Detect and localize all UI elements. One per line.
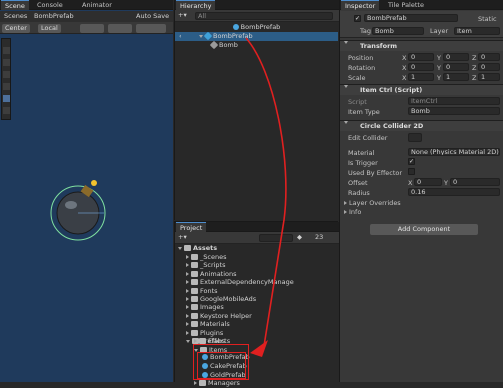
rotate-tool-icon[interactable] xyxy=(3,71,10,78)
offset-label: Offset xyxy=(348,179,368,187)
is-trigger-checkbox[interactable]: ✓ xyxy=(408,158,415,165)
add-component-button[interactable]: Add Component xyxy=(370,224,478,235)
script-label: Script xyxy=(348,98,367,106)
transform-tool-icon[interactable] xyxy=(3,107,10,114)
tag-dropdown[interactable]: Bomb xyxy=(372,27,424,35)
material-label: Material xyxy=(348,149,375,157)
item-ctrl-header[interactable]: Item Ctrl (Script) xyxy=(340,84,503,95)
transform-z-field[interactable]: 1 xyxy=(478,73,500,81)
radius-label: Radius xyxy=(348,189,370,197)
tab-tile-palette[interactable]: Tile Palette xyxy=(384,0,428,10)
used-by-effector-label: Used By Effector xyxy=(348,169,403,177)
expand-icon[interactable] xyxy=(344,41,348,44)
is-trigger-label: Is Trigger xyxy=(348,159,378,167)
tab-scene[interactable]: Scene xyxy=(1,0,29,10)
layer-label: Layer xyxy=(430,27,449,35)
transform-z-field[interactable]: 0 xyxy=(478,63,500,71)
object-header: ✓ BombPrefab Static Tag Bomb Layer Item xyxy=(340,11,503,38)
material-field[interactable]: None (Physics Material 2D) xyxy=(408,148,500,156)
edit-collider-button[interactable] xyxy=(408,133,422,142)
transform-row-label: Position xyxy=(348,54,374,62)
pivot-center-button[interactable]: Center xyxy=(2,23,30,33)
transform-x-field[interactable]: 0 xyxy=(408,53,434,61)
tab-animator[interactable]: Animator xyxy=(78,0,116,10)
script-field: ItemCtrl xyxy=(408,97,500,105)
y-axis-label: Y xyxy=(437,54,441,62)
tab-inspector[interactable]: Inspector xyxy=(341,0,380,10)
info-foldout[interactable]: Info xyxy=(344,208,361,216)
expand-icon[interactable] xyxy=(344,85,348,88)
radius-field[interactable]: 0.16 xyxy=(408,188,500,196)
inspector-panel: Inspector Tile Palette ✓ BombPrefab Stat… xyxy=(339,0,503,382)
static-label: Static xyxy=(478,15,497,23)
z-axis-label: Z xyxy=(472,54,477,62)
transform-y-field[interactable]: 0 xyxy=(443,53,469,61)
tag-label: Tag xyxy=(360,27,372,35)
drag-arrow xyxy=(245,37,287,357)
z-axis-label: Z xyxy=(472,74,477,82)
hand-tool-icon[interactable] xyxy=(3,47,10,54)
layer-overrides-foldout[interactable]: Layer Overrides xyxy=(344,199,401,207)
transform-x-field[interactable]: 1 xyxy=(408,73,434,81)
x-axis-label: X xyxy=(402,54,407,62)
grid-snap-button[interactable] xyxy=(80,23,104,33)
collider-header[interactable]: Circle Collider 2D xyxy=(340,120,503,131)
layer-dropdown[interactable]: Item xyxy=(454,27,500,35)
view-options-button[interactable] xyxy=(136,23,166,33)
offset-y-field[interactable]: 0 xyxy=(450,178,500,186)
transform-y-field[interactable]: 1 xyxy=(443,73,469,81)
transform-row-label: Scale xyxy=(348,74,366,82)
pivot-local-button[interactable]: Local xyxy=(38,23,61,33)
scene-toolbar: Center Local xyxy=(0,22,173,34)
breadcrumb: Scenes BombPrefab Auto Save xyxy=(0,11,173,22)
scale-tool-icon[interactable] xyxy=(3,83,10,90)
x-axis-label: X xyxy=(402,64,407,72)
transform-row-label: Rotation xyxy=(348,64,376,72)
edit-collider-label: Edit Collider xyxy=(348,134,388,142)
inspector-tabbar: Inspector Tile Palette xyxy=(340,0,503,10)
item-type-dropdown[interactable]: Bomb xyxy=(408,107,500,115)
transform-x-field[interactable]: 0 xyxy=(408,63,434,71)
auto-save-toggle[interactable]: Auto Save xyxy=(136,11,169,22)
offset-x-label: X xyxy=(408,179,413,187)
item-type-label: Item Type xyxy=(348,108,380,116)
y-axis-label: Y xyxy=(437,74,441,82)
offset-x-field[interactable]: 0 xyxy=(414,178,442,186)
rect-tool-icon[interactable] xyxy=(3,95,10,102)
transform-z-field[interactable]: 0 xyxy=(478,53,500,61)
move-tool-icon[interactable] xyxy=(3,59,10,66)
prefab-breadcrumb[interactable]: BombPrefab xyxy=(34,11,74,22)
expand-icon[interactable] xyxy=(344,121,348,124)
tool-palette xyxy=(1,38,11,120)
bomb-sprite[interactable] xyxy=(44,175,114,245)
scene-tabbar: Scene Console Animator xyxy=(0,0,173,10)
scene-panel: Scene Console Animator Scenes BombPrefab… xyxy=(0,0,173,382)
used-by-effector-checkbox[interactable] xyxy=(408,168,415,175)
active-checkbox[interactable]: ✓ xyxy=(354,15,361,22)
gizmo-button[interactable] xyxy=(108,23,132,33)
object-name-field[interactable]: BombPrefab xyxy=(364,14,458,22)
scenes-breadcrumb[interactable]: Scenes xyxy=(4,11,27,22)
transform-header[interactable]: Transform xyxy=(340,40,503,51)
z-axis-label: Z xyxy=(472,64,477,72)
tab-console[interactable]: Console xyxy=(33,0,67,10)
x-axis-label: X xyxy=(402,74,407,82)
offset-y-label: Y xyxy=(444,179,448,187)
transform-y-field[interactable]: 0 xyxy=(443,63,469,71)
y-axis-label: Y xyxy=(437,64,441,72)
